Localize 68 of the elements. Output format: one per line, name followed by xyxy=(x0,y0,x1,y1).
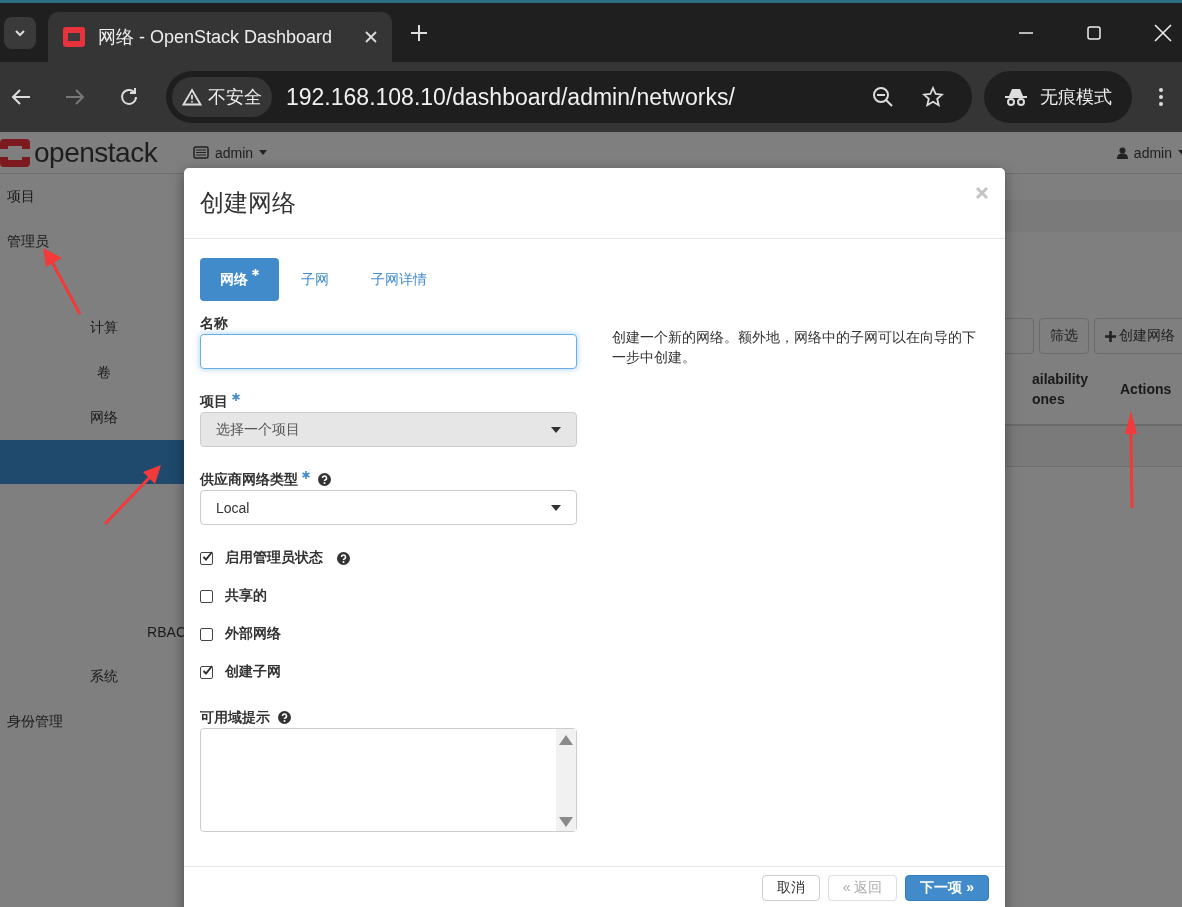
select-field[interactable]: Local xyxy=(200,490,577,525)
favicon-icon xyxy=(62,26,86,48)
new-tab-icon[interactable] xyxy=(410,23,428,42)
sidebar-item[interactable]: 卷 xyxy=(97,363,111,382)
tab-title: 网络 - OpenStack Dashboard xyxy=(98,26,334,49)
logo-text[interactable]: openstack xyxy=(34,136,158,169)
checkbox-label: 启用管理员状态 xyxy=(225,549,323,567)
sidebar-item[interactable]: 网络 xyxy=(90,408,118,427)
wizard-tab[interactable]: 子网详情 xyxy=(351,258,447,301)
field-label: 项目 xyxy=(200,393,228,411)
maximize-icon[interactable] xyxy=(1086,24,1102,41)
address-bar[interactable]: 不安全 192.168.108.10/dashboard/admin/networks/ xyxy=(166,71,972,123)
warning-icon xyxy=(182,88,202,106)
field-label: 供应商网络类型 xyxy=(200,471,298,489)
toolbar-button[interactable]: 创建网络 xyxy=(1094,318,1182,354)
close-window-icon[interactable] xyxy=(1154,23,1172,42)
sidebar-item[interactable]: 计算 xyxy=(90,318,118,337)
column-header: Actions xyxy=(1120,381,1173,397)
wizard-tab[interactable]: 网络 xyxy=(200,258,279,301)
wizard-tab[interactable]: 子网 xyxy=(281,258,349,301)
user-icon xyxy=(1116,146,1128,159)
help-text: 创建一个新的网络。额外地，网络中的子网可以在向导的下一步中创建。 xyxy=(612,328,977,367)
project-menu[interactable]: admin xyxy=(193,144,268,161)
plus-icon xyxy=(1105,330,1116,342)
annotation-arrow xyxy=(43,248,82,315)
help-icon[interactable] xyxy=(318,473,331,486)
sidebar-item[interactable]: 系统 xyxy=(90,667,118,686)
browser-tab[interactable]: 网络 - OpenStack Dashboard xyxy=(48,12,392,62)
close-icon[interactable] xyxy=(364,30,378,44)
server-icon xyxy=(193,146,209,159)
checkbox-label: 外部网络 xyxy=(225,625,281,643)
name-input[interactable] xyxy=(200,334,577,369)
checkbox-label: 创建子网 xyxy=(225,663,281,681)
scroll-up-icon[interactable] xyxy=(559,735,573,745)
zoom-out-icon[interactable] xyxy=(872,86,894,108)
toolbar-button[interactable]: 筛选 xyxy=(1039,318,1089,354)
sidebar-item[interactable]: 项目 xyxy=(7,187,35,206)
field-label: 名称 xyxy=(200,315,228,333)
dialog-title: 创建网络 xyxy=(200,188,296,218)
scroll-down-icon[interactable] xyxy=(559,817,573,827)
tab-list-button[interactable] xyxy=(4,16,36,49)
user-menu[interactable]: admin xyxy=(1116,144,1182,161)
incognito-button[interactable]: 无痕模式 xyxy=(984,71,1132,123)
sidebar-item[interactable]: RBAC xyxy=(147,623,186,640)
scrollbar[interactable] xyxy=(556,729,576,831)
checkbox[interactable] xyxy=(200,627,213,641)
security-chip[interactable]: 不安全 xyxy=(172,77,272,117)
checkbox-label: 共享的 xyxy=(225,587,267,605)
sidebar-item[interactable]: 身份管理 xyxy=(7,712,63,731)
column-header: ailability ones xyxy=(1032,370,1090,409)
help-icon[interactable] xyxy=(337,551,350,565)
footer-button[interactable]: 下一项 » xyxy=(905,875,989,901)
sidebar-item[interactable]: 管理员 xyxy=(7,232,49,251)
checkbox[interactable] xyxy=(200,551,213,565)
url-text: 192.168.108.10/dashboard/admin/networks/ xyxy=(286,83,735,111)
star-icon[interactable] xyxy=(922,86,944,108)
footer-button[interactable]: 取消 xyxy=(761,875,820,901)
field-label: 可用域提示 xyxy=(200,709,270,727)
help-icon[interactable] xyxy=(278,711,291,724)
checkbox[interactable] xyxy=(200,665,213,679)
textarea-field[interactable] xyxy=(200,728,577,832)
annotation-arrow xyxy=(103,465,161,526)
reload-icon[interactable] xyxy=(118,86,140,108)
checkbox[interactable] xyxy=(200,589,213,603)
caret-icon xyxy=(551,426,561,433)
incognito-icon xyxy=(1004,87,1028,107)
menu-icon[interactable] xyxy=(1158,86,1164,108)
caret-icon xyxy=(551,504,561,511)
